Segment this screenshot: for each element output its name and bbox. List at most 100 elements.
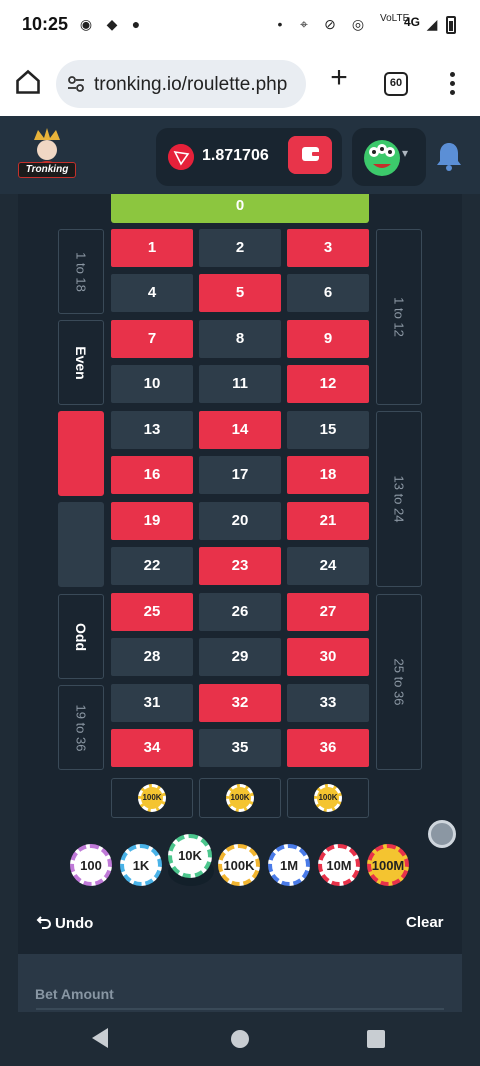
- chip-1k[interactable]: 1K: [120, 844, 162, 886]
- number-cell[interactable]: 32: [199, 684, 281, 722]
- zero-cell[interactable]: 0: [111, 194, 369, 223]
- location-icon: ⌖: [300, 16, 308, 32]
- number-cell[interactable]: 36: [287, 729, 369, 767]
- number-cell[interactable]: 4: [111, 274, 193, 312]
- chip-10m[interactable]: 10M: [318, 844, 360, 886]
- more-options-icon[interactable]: [446, 70, 458, 98]
- hotspot-icon: ◎: [351, 16, 365, 32]
- number-cell[interactable]: 5: [199, 274, 281, 312]
- undo-icon: [36, 916, 51, 929]
- system-nav-bar: [0, 1012, 480, 1066]
- column-chip-3: 100K: [314, 784, 342, 812]
- roulette-board: 0 1 2 3 4 5 6 7 8 9 10 11 12 13 14 15 16 17 18 19 20 21 22 23 2…: [18, 194, 462, 954]
- profile-menu[interactable]: ▾: [352, 128, 426, 186]
- new-tab-icon[interactable]: +: [324, 63, 354, 94]
- column-bet-2[interactable]: 100K: [199, 778, 281, 818]
- number-cell[interactable]: 29: [199, 638, 281, 676]
- bet-1-to-18[interactable]: 1 to 18: [58, 229, 104, 314]
- number-cell[interactable]: 6: [287, 274, 369, 312]
- number-cell[interactable]: 30: [287, 638, 369, 676]
- bet-1st-dozen[interactable]: 1 to 12: [376, 229, 422, 405]
- bell-icon[interactable]: [434, 140, 464, 172]
- number-cell[interactable]: 8: [199, 320, 281, 358]
- bet-black[interactable]: [58, 502, 104, 587]
- chip-100k[interactable]: 100K: [218, 844, 260, 886]
- number-cell[interactable]: 34: [111, 729, 193, 767]
- number-cell[interactable]: 18: [287, 456, 369, 494]
- balance-display: 1.871706: [156, 128, 342, 186]
- tron-icon: [168, 144, 194, 170]
- number-cell[interactable]: 14: [199, 411, 281, 449]
- chip-1m[interactable]: 1M: [268, 844, 310, 886]
- number-cell[interactable]: 16: [111, 456, 193, 494]
- undo-button[interactable]: Undo: [36, 914, 93, 932]
- browser-toolbar: tronking.io/roulette.php + 60: [0, 52, 480, 116]
- url-text[interactable]: tronking.io/roulette.php: [94, 74, 287, 96]
- chevron-down-icon[interactable]: ▾: [402, 146, 408, 160]
- network-type: 4G: [404, 15, 421, 29]
- number-cell[interactable]: 21: [287, 502, 369, 540]
- number-cell[interactable]: 12: [287, 365, 369, 403]
- column-chip-1: 100K: [138, 784, 166, 812]
- tab-switcher-button[interactable]: 60: [384, 72, 408, 96]
- column-bet-1[interactable]: 100K: [111, 778, 193, 818]
- chip-10k[interactable]: 10K: [168, 834, 212, 878]
- site-settings-icon[interactable]: [66, 74, 86, 94]
- number-cell[interactable]: 24: [287, 547, 369, 585]
- number-cell[interactable]: 11: [199, 365, 281, 403]
- bet-2nd-dozen[interactable]: 13 to 24: [376, 411, 422, 587]
- home-nav-icon[interactable]: [231, 1030, 249, 1048]
- bet-amount-input[interactable]: [36, 1008, 444, 1010]
- bet-1-to-18-label: 1 to 18: [73, 251, 89, 292]
- number-cell[interactable]: 2: [199, 229, 281, 267]
- number-cell[interactable]: 3: [287, 229, 369, 267]
- number-cell[interactable]: 22: [111, 547, 193, 585]
- bet-odd-label: Odd: [73, 622, 89, 651]
- chip-100m[interactable]: 100M: [367, 844, 409, 886]
- bet-2nd-dozen-label: 13 to 24: [391, 475, 407, 523]
- signal-icon: ◢: [426, 16, 438, 32]
- number-cell[interactable]: 15: [287, 411, 369, 449]
- avatar[interactable]: [360, 134, 404, 178]
- number-cell[interactable]: 9: [287, 320, 369, 358]
- number-cell[interactable]: 13: [111, 411, 193, 449]
- bet-1st-dozen-label: 1 to 12: [391, 297, 407, 337]
- number-cell[interactable]: 7: [111, 320, 193, 358]
- bet-even-label: Even: [73, 345, 89, 380]
- number-cell[interactable]: 28: [111, 638, 193, 676]
- number-cell[interactable]: 19: [111, 502, 193, 540]
- number-cell[interactable]: 25: [111, 593, 193, 631]
- home-icon[interactable]: [14, 68, 42, 96]
- logo-text: Tronking: [18, 162, 76, 178]
- number-cell[interactable]: 20: [199, 502, 281, 540]
- bet-odd[interactable]: Odd: [58, 594, 104, 679]
- number-cell[interactable]: 33: [287, 684, 369, 722]
- number-cell[interactable]: 31: [111, 684, 193, 722]
- number-cell[interactable]: 26: [199, 593, 281, 631]
- number-cell[interactable]: 10: [111, 365, 193, 403]
- number-cell[interactable]: 35: [199, 729, 281, 767]
- wallet-button[interactable]: [288, 136, 332, 174]
- clear-button[interactable]: Clear: [406, 914, 444, 931]
- column-bet-3[interactable]: 100K: [287, 778, 369, 818]
- bet-even[interactable]: Even: [58, 320, 104, 405]
- recents-icon[interactable]: [367, 1030, 385, 1048]
- number-cell[interactable]: 23: [199, 547, 281, 585]
- back-icon[interactable]: [92, 1028, 108, 1048]
- bet-panel: Bet Amount: [18, 954, 462, 1012]
- bet-red[interactable]: [58, 411, 104, 496]
- discord-icon: ◆: [106, 16, 118, 32]
- mute-icon: ⊘: [324, 16, 336, 32]
- number-cell[interactable]: 17: [199, 456, 281, 494]
- app-header: Tronking 1.871706 ▾: [0, 116, 480, 194]
- battery-icon: [446, 16, 456, 34]
- floating-action-ball[interactable]: [428, 820, 456, 848]
- chip-100[interactable]: 100: [70, 844, 112, 886]
- status-time: 10:25: [22, 14, 69, 34]
- bet-3rd-dozen[interactable]: 25 to 36: [376, 594, 422, 770]
- balance-value: 1.871706: [202, 147, 269, 164]
- url-bar[interactable]: tronking.io/roulette.php: [56, 60, 306, 108]
- number-cell[interactable]: 1: [111, 229, 193, 267]
- number-cell[interactable]: 27: [287, 593, 369, 631]
- bet-19-to-36[interactable]: 19 to 36: [58, 685, 104, 770]
